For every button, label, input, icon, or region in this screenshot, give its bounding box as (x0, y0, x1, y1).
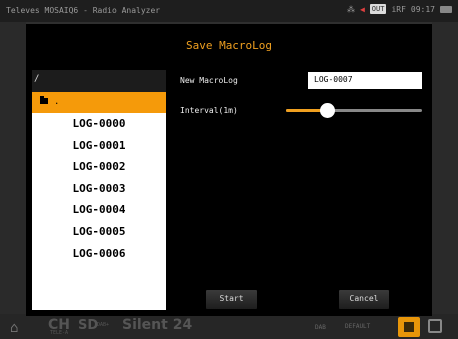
macrolog-name-input[interactable]: LOG-0007 (308, 72, 422, 89)
format-label: SD (78, 318, 99, 333)
file-item[interactable]: LOG-0005 (32, 221, 166, 243)
mute-icon: ◀ (359, 4, 365, 14)
file-item[interactable]: LOG-0006 (32, 243, 166, 265)
out-badge: OUT (369, 4, 387, 14)
home-icon[interactable]: ⌂ (10, 320, 18, 336)
macrolog-name-label: New MacroLog (180, 76, 238, 85)
bottom-bar: ⌂ CH TELE-A SD DAB+ Silent 24 DAB DEFAUL… (0, 314, 458, 339)
exit-icon[interactable] (428, 319, 442, 333)
start-button[interactable]: Start (206, 290, 257, 309)
file-item[interactable]: LOG-0001 (32, 135, 166, 157)
file-item[interactable]: LOG-0003 (32, 178, 166, 200)
top-status-bar: Televes MOSAIQ6 - Radio Analyzer ⁂ ◀ OUT… (0, 0, 458, 22)
signal-icon: ⁂ (346, 4, 355, 14)
left-side-panel (0, 22, 26, 317)
dialog-title: Save MacroLog (185, 39, 273, 52)
dab-label: DAB (315, 324, 326, 331)
default-label: DEFAULT (345, 323, 371, 330)
battery-icon (440, 5, 452, 13)
interval-slider[interactable] (286, 102, 422, 120)
status-indicators: ⁂ ◀ OUT iRF 09:17 (347, 4, 452, 14)
file-item[interactable]: LOG-0002 (32, 156, 166, 178)
format-sub-label: DAB+ (97, 322, 110, 328)
file-browser[interactable]: / . LOG-0000 LOG-0001 LOG-0002 LOG-0003 … (32, 70, 166, 310)
path-bar: / (32, 70, 166, 92)
cancel-button[interactable]: Cancel (339, 290, 389, 309)
rf-label: iRF (391, 4, 406, 14)
right-side-panel (432, 22, 458, 317)
folder-icon (40, 96, 48, 104)
clock: 09:17 (410, 4, 435, 14)
folder-label: . (54, 97, 60, 107)
slider-knob[interactable] (320, 103, 335, 118)
play-icon[interactable] (398, 317, 420, 337)
interval-label: Interval(1m) (180, 106, 238, 115)
app-title: Televes MOSAIQ6 - Radio Analyzer (6, 6, 161, 15)
file-item[interactable]: LOG-0004 (32, 199, 166, 221)
service-name: Silent 24 (122, 317, 193, 333)
save-macrolog-dialog: Save MacroLog / . LOG-0000 LOG-0001 LOG-… (26, 24, 432, 316)
file-item[interactable]: LOG-0000 (32, 113, 166, 135)
channel-sub-label: TELE-A (50, 330, 69, 336)
folder-item-current[interactable]: . (32, 92, 166, 113)
